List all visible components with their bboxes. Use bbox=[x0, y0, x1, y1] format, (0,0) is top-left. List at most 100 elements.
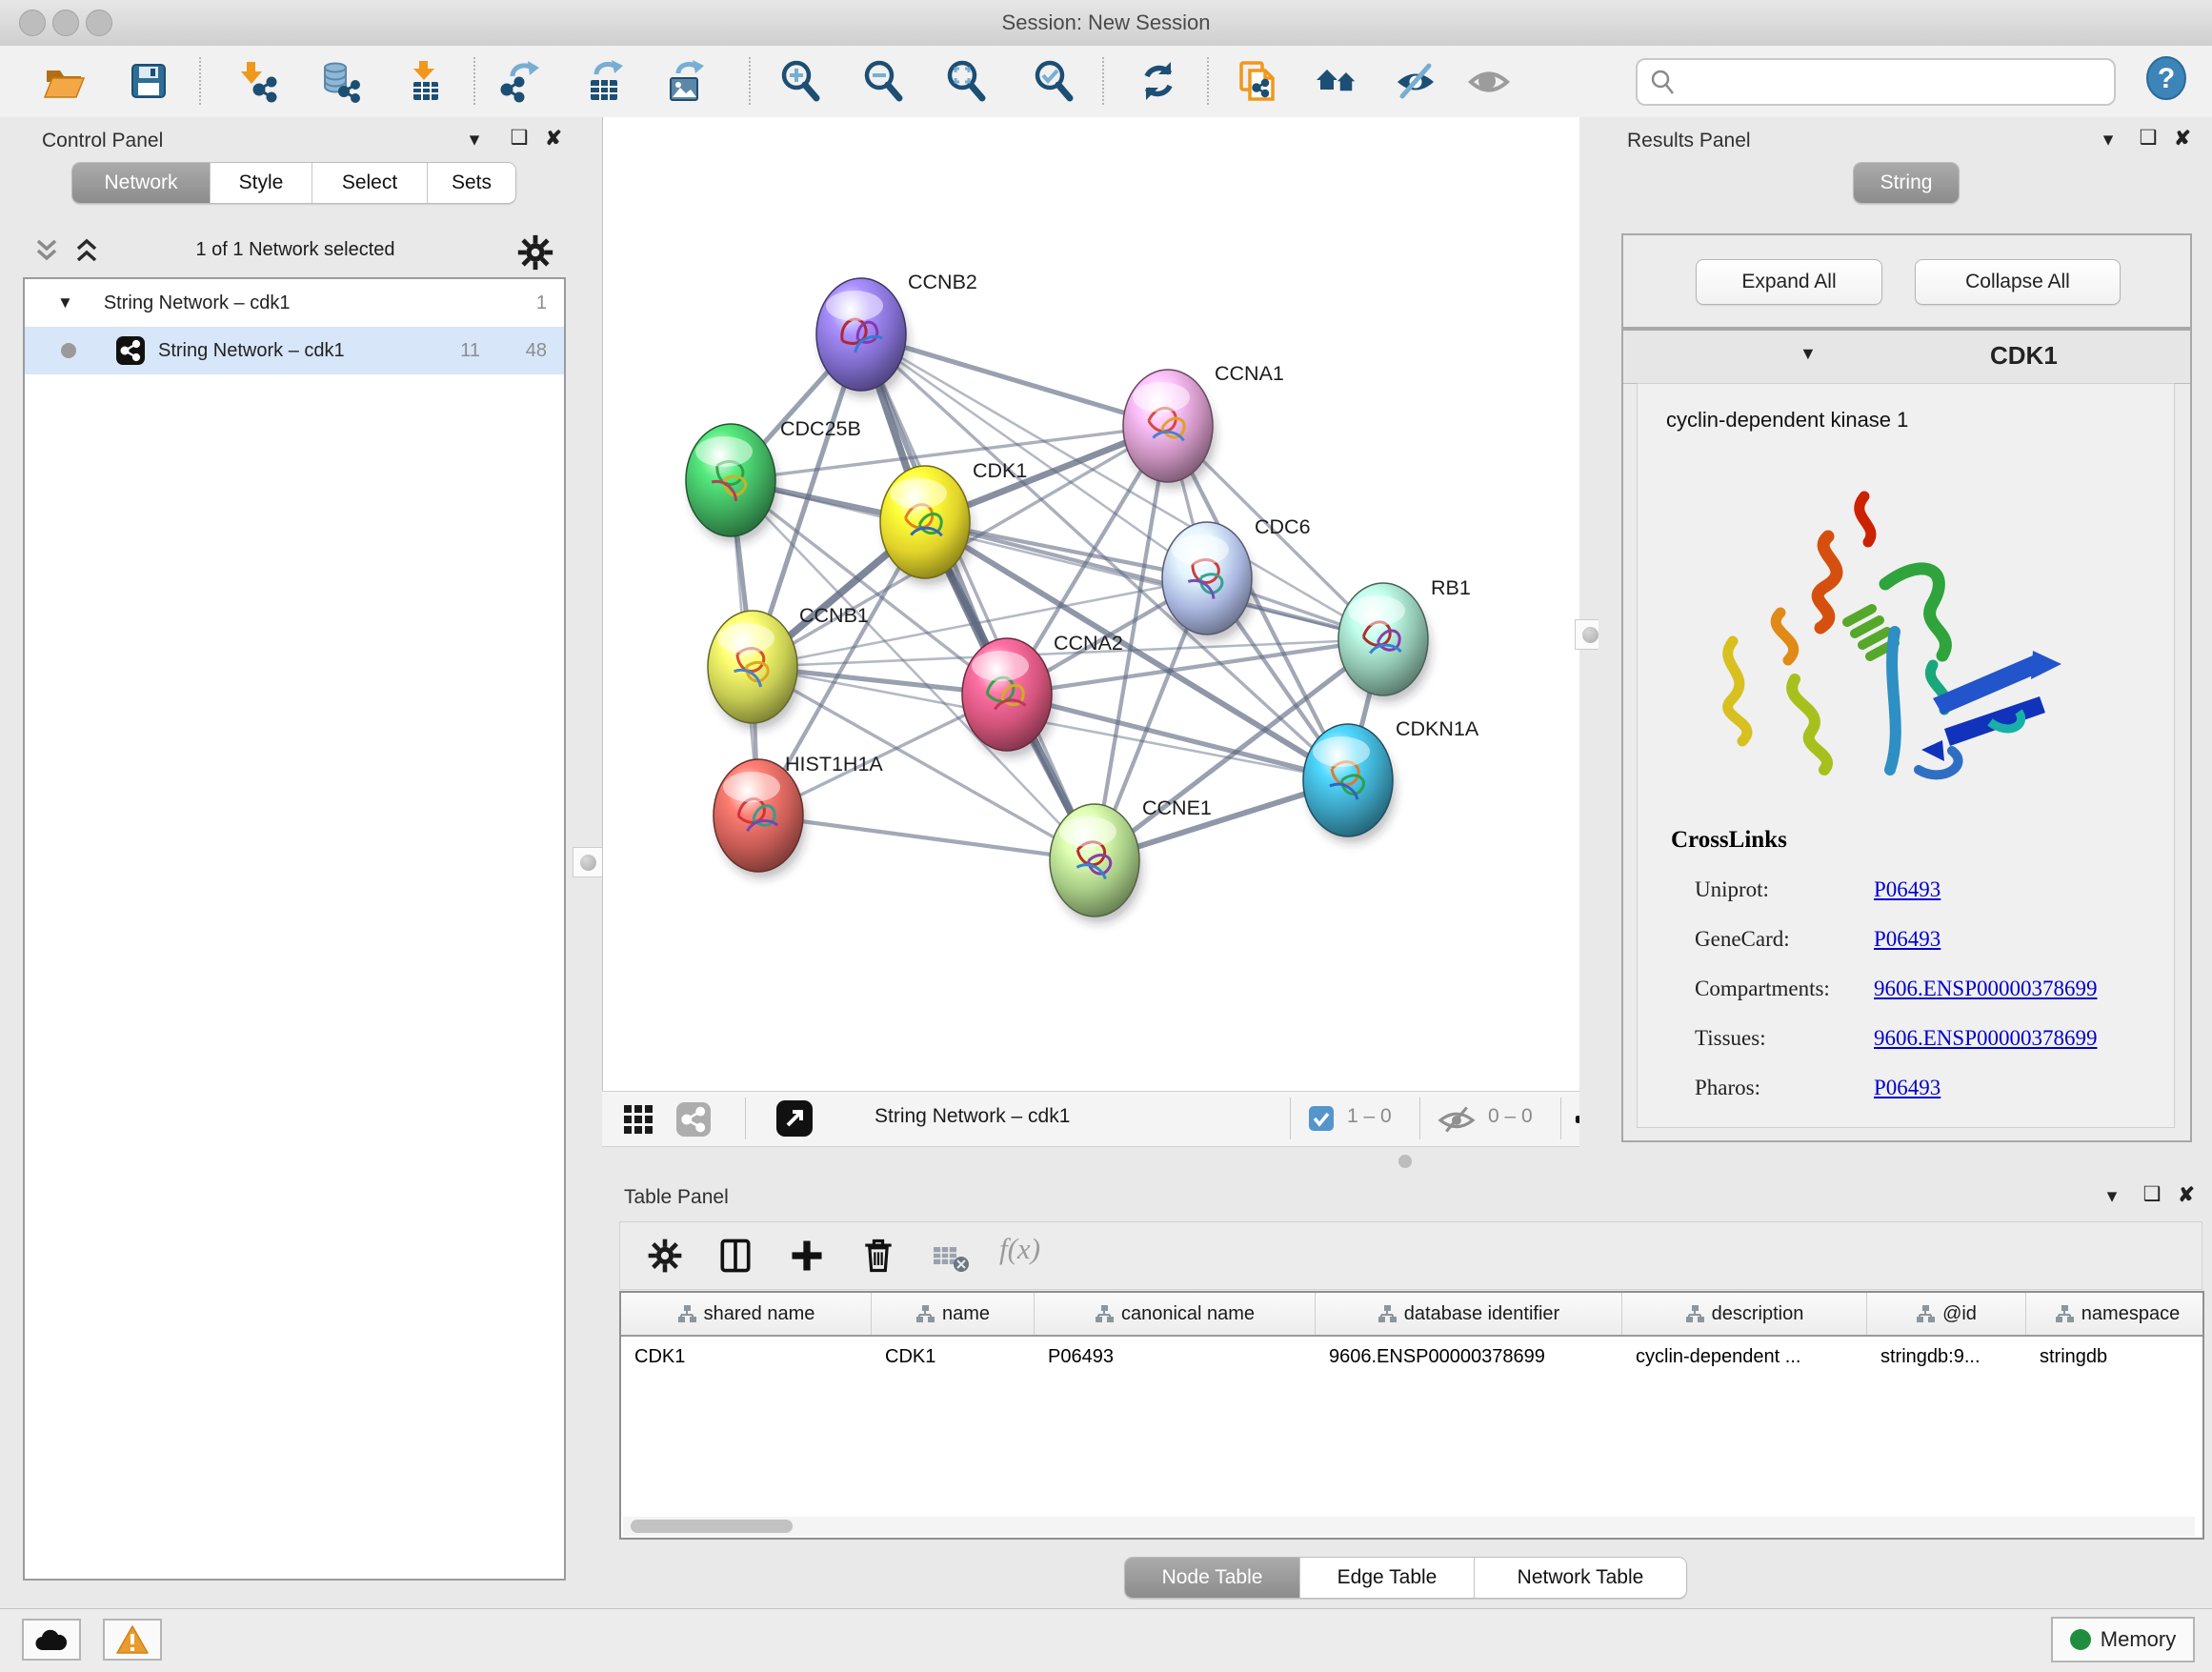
column-header-description[interactable]: description bbox=[1622, 1293, 1867, 1335]
column-header-canonical-name[interactable]: canonical name bbox=[1035, 1293, 1316, 1335]
import-table-button[interactable] bbox=[403, 59, 447, 103]
expand-all-tree-icon[interactable] bbox=[30, 237, 63, 266]
export-network-button[interactable] bbox=[497, 59, 541, 103]
tab-network[interactable]: Network bbox=[72, 163, 211, 203]
network-canvas[interactable]: CCNB2CCNA1CDC25BCDK1CDC6RB1CCNB1CCNA2CDK… bbox=[602, 117, 1581, 1091]
zoom-in-button[interactable] bbox=[778, 59, 822, 103]
export-table-button[interactable] bbox=[583, 59, 627, 103]
close-panel-icon[interactable]: ✘ bbox=[539, 127, 568, 151]
float-panel-icon[interactable]: ❑ bbox=[505, 126, 533, 150]
column-header-database-identifier[interactable]: database identifier bbox=[1316, 1293, 1622, 1335]
tab-sets[interactable]: Sets bbox=[428, 163, 515, 203]
collapse-all-button[interactable]: Collapse All bbox=[1915, 259, 2121, 305]
open-session-button[interactable] bbox=[42, 59, 86, 103]
float-panel-icon[interactable]: ❑ bbox=[2134, 126, 2162, 150]
column-label: shared name bbox=[704, 1303, 815, 1325]
table-cell[interactable]: P06493 bbox=[1035, 1337, 1316, 1377]
hide-unselected-button[interactable] bbox=[1394, 59, 1438, 103]
close-panel-icon[interactable]: ✘ bbox=[2168, 127, 2197, 151]
network-view-title: String Network – cdk1 bbox=[875, 1105, 1070, 1128]
zoom-selected-button[interactable] bbox=[1032, 59, 1076, 103]
network-row-selected[interactable]: String Network – cdk1 11 48 bbox=[25, 327, 564, 374]
delete-column-icon[interactable] bbox=[858, 1236, 898, 1276]
network-node-CDK1[interactable] bbox=[880, 466, 973, 585]
zoom-fit-icon bbox=[944, 59, 988, 103]
show-all-icon bbox=[1467, 59, 1511, 103]
column-header--id[interactable]: @id bbox=[1867, 1293, 2026, 1335]
show-all-button[interactable] bbox=[1467, 59, 1511, 103]
warnings-button[interactable] bbox=[103, 1619, 162, 1661]
tab-node-table[interactable]: Node Table bbox=[1125, 1558, 1300, 1598]
scrollbar-thumb[interactable] bbox=[631, 1520, 793, 1533]
show-columns-icon[interactable] bbox=[715, 1236, 755, 1276]
export-image-button[interactable] bbox=[663, 59, 707, 103]
tab-edge-table[interactable]: Edge Table bbox=[1300, 1558, 1475, 1598]
network-node-RB1[interactable] bbox=[1338, 583, 1431, 702]
zoom-out-button[interactable] bbox=[861, 59, 905, 103]
table-cell[interactable]: 9606.ENSP00000378699 bbox=[1316, 1337, 1622, 1377]
import-database-button[interactable] bbox=[318, 59, 362, 103]
zoom-fit-button[interactable] bbox=[944, 59, 988, 103]
network-node-CCNE1[interactable] bbox=[1050, 804, 1142, 923]
tab-style[interactable]: Style bbox=[211, 163, 312, 203]
help-button[interactable]: ? bbox=[2144, 56, 2188, 100]
close-panel-icon[interactable]: ✘ bbox=[2172, 1183, 2201, 1207]
copy-network-button[interactable] bbox=[1237, 59, 1281, 103]
search-input[interactable] bbox=[1685, 64, 2099, 96]
selected-checkbox[interactable] bbox=[1309, 1106, 1334, 1131]
collapse-all-tree-icon[interactable] bbox=[70, 237, 103, 266]
table-cell[interactable]: CDK1 bbox=[621, 1337, 872, 1377]
refresh-button[interactable] bbox=[1136, 59, 1180, 103]
cloud-status-button[interactable] bbox=[22, 1619, 81, 1661]
network-collection-row[interactable]: ▼ String Network – cdk1 1 bbox=[25, 279, 564, 327]
table-cell[interactable]: CDK1 bbox=[872, 1337, 1035, 1377]
crosslink-value-link[interactable]: 9606.ENSP00000378699 bbox=[1874, 1026, 2098, 1051]
float-panel-icon[interactable]: ❑ bbox=[2138, 1182, 2166, 1206]
memory-button[interactable]: Memory bbox=[2051, 1617, 2195, 1662]
network-node-CCNB1[interactable] bbox=[708, 611, 800, 730]
tab-string[interactable]: String bbox=[1854, 163, 1959, 203]
table-horizontal-scrollbar[interactable] bbox=[623, 1517, 2195, 1536]
table-cell[interactable]: cyclin-dependent ... bbox=[1622, 1337, 1867, 1377]
network-edge[interactable] bbox=[861, 334, 1095, 860]
share-network-icon[interactable] bbox=[676, 1102, 711, 1137]
network-node-CDKN1A[interactable] bbox=[1303, 724, 1396, 843]
tab-select[interactable]: Select bbox=[312, 163, 428, 203]
open-in-window-icon[interactable] bbox=[776, 1100, 813, 1137]
tree-expand-arrow-icon[interactable]: ▼ bbox=[57, 293, 73, 312]
network-node-CCNB2[interactable] bbox=[816, 278, 909, 397]
home-view-button[interactable] bbox=[1315, 59, 1358, 103]
collapse-protein-icon[interactable]: ▼ bbox=[1800, 344, 1817, 364]
crosslink-value-link[interactable]: 9606.ENSP00000378699 bbox=[1874, 977, 2098, 1001]
network-node-HIST1H1A[interactable] bbox=[714, 759, 806, 878]
left-splitter-handle[interactable] bbox=[573, 847, 603, 877]
table-row[interactable]: CDK1CDK1P064939606.ENSP00000378699cyclin… bbox=[621, 1337, 2202, 1377]
column-header-shared-name[interactable]: shared name bbox=[621, 1293, 872, 1335]
collapse-panel-icon[interactable]: ▾ bbox=[460, 128, 489, 151]
network-options-gear-icon[interactable] bbox=[514, 232, 556, 273]
crosslink-value-link[interactable]: P06493 bbox=[1874, 877, 1941, 902]
table-settings-gear-icon[interactable] bbox=[645, 1236, 685, 1276]
collapse-panel-icon[interactable]: ▾ bbox=[2094, 128, 2122, 151]
column-header-name[interactable]: name bbox=[872, 1293, 1035, 1335]
column-header-namespace[interactable]: namespace bbox=[2026, 1293, 2204, 1335]
tab-network-table[interactable]: Network Table bbox=[1475, 1558, 1686, 1598]
table-cell[interactable]: stringdb:9... bbox=[1867, 1337, 2026, 1377]
protein-card-header[interactable]: ▼ CDK1 bbox=[1623, 331, 2190, 384]
birdseye-grid-icon[interactable] bbox=[623, 1104, 654, 1135]
expand-all-button[interactable]: Expand All bbox=[1696, 259, 1882, 305]
import-network-button[interactable] bbox=[235, 59, 279, 103]
add-column-icon[interactable] bbox=[787, 1236, 827, 1276]
network-node-CCNA2[interactable] bbox=[962, 638, 1055, 757]
horizontal-splitter-handle[interactable] bbox=[1398, 1155, 1412, 1168]
collapse-panel-icon[interactable]: ▾ bbox=[2098, 1184, 2126, 1208]
save-session-button[interactable] bbox=[127, 59, 171, 103]
search-icon bbox=[1649, 69, 1678, 97]
table-cell[interactable]: stringdb bbox=[2026, 1337, 2204, 1377]
crosslink-value-link[interactable]: P06493 bbox=[1874, 1076, 1941, 1100]
protein-card-body: cyclin-dependent kinase 1 bbox=[1637, 383, 2175, 1128]
network-node-CCNA1[interactable] bbox=[1123, 370, 1216, 489]
network-graph[interactable]: CCNB2CCNA1CDC25BCDK1CDC6RB1CCNB1CCNA2CDK… bbox=[603, 117, 1580, 1091]
crosslink-value-link[interactable]: P06493 bbox=[1874, 927, 1941, 952]
network-edge[interactable] bbox=[758, 816, 1095, 860]
